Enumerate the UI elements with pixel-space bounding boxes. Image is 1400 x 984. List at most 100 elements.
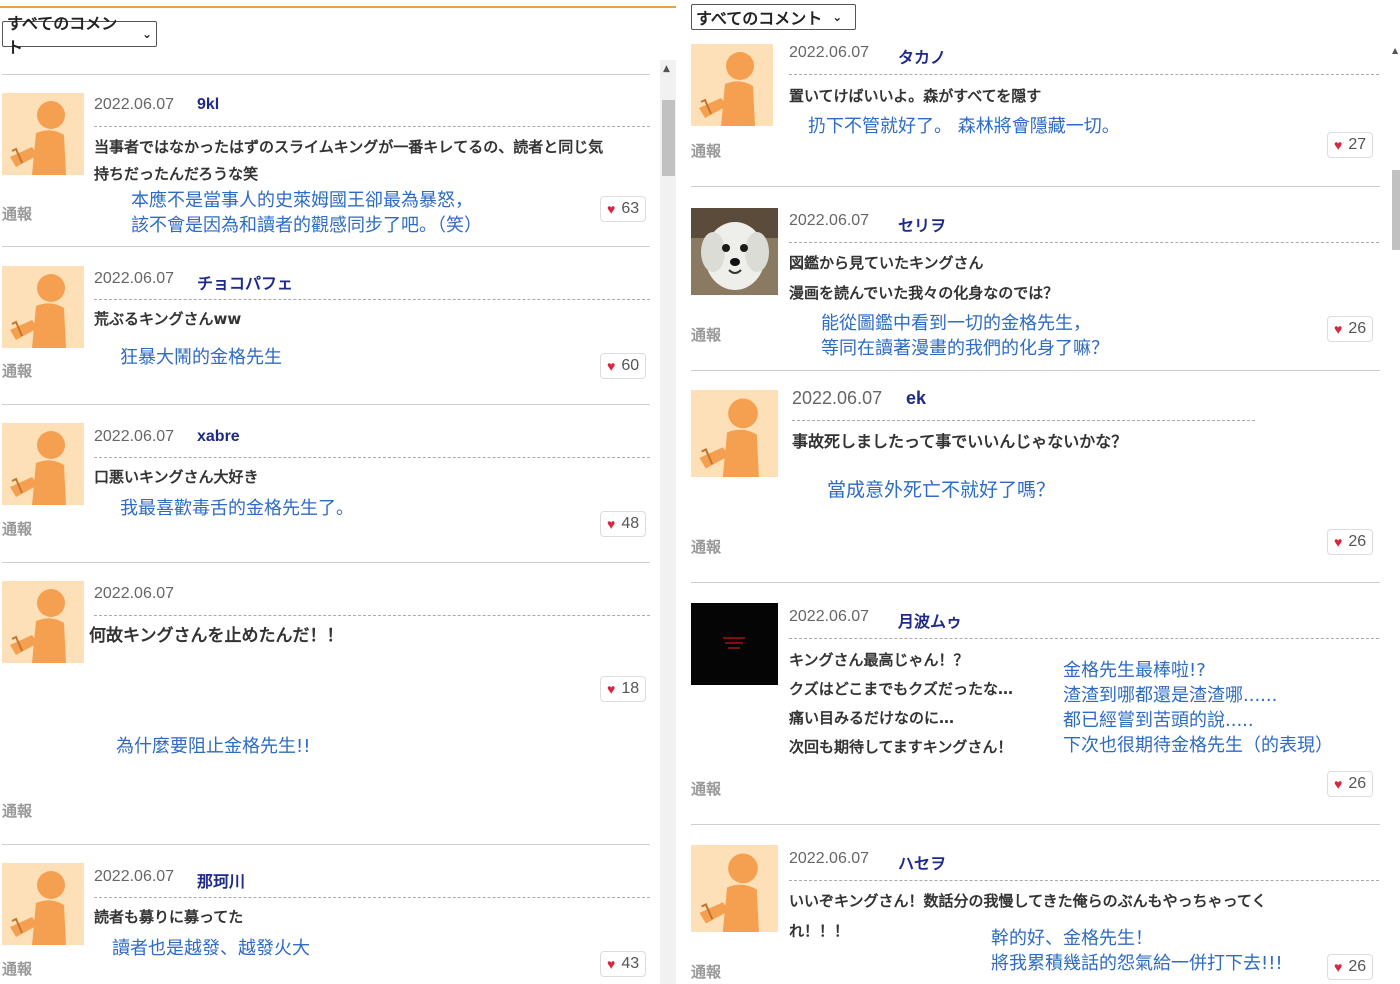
like-button[interactable]: ♥ 63	[600, 196, 647, 222]
translation-line: 下次也很期待金格先生（的表現）	[1063, 735, 1333, 756]
comment-date: 2022.06.07	[792, 388, 883, 408]
translation-line: 我最喜歡毒舌的金格先生了。	[120, 498, 354, 519]
report-link[interactable]: 通報	[2, 203, 32, 224]
dashed-divider	[789, 74, 1379, 75]
report-link[interactable]: 通報	[691, 536, 721, 557]
comment-filter-dropdown[interactable]: すべてのコメント ⌄	[2, 14, 157, 57]
comment-text-line: キングさん最高じゃん！？	[789, 651, 969, 669]
translation-line: 本應不是當事人的史萊姆國王卻最為暴怒，	[131, 190, 473, 211]
like-count: 18	[621, 680, 640, 697]
translation-line: 等同在讀著漫畫的我們的化身了嘛？	[821, 338, 1109, 359]
avatar[interactable]	[2, 266, 84, 348]
scrollbar-thumb[interactable]	[662, 100, 675, 176]
report-link[interactable]: 通報	[691, 778, 721, 799]
comment-author[interactable]: ハセヲ	[898, 850, 946, 874]
comment-date: 2022.06.07	[94, 868, 175, 885]
comment-text-line: 荒ぶるキングさんww	[94, 310, 242, 328]
comment-filter-label: すべてのコメント	[7, 14, 118, 57]
like-button[interactable]: ♥ 18	[600, 676, 647, 702]
divider	[2, 844, 650, 845]
heart-icon: ♥	[607, 956, 616, 972]
dashed-divider	[94, 457, 650, 458]
avatar[interactable]	[691, 44, 773, 126]
divider	[691, 186, 1380, 187]
comment-author[interactable]: 那珂川	[197, 868, 245, 892]
like-button[interactable]: ♥ 27	[1327, 132, 1374, 158]
comment-text-line: 事故死しましたって事でいいんじゃないかな？	[792, 432, 1128, 451]
like-button[interactable]: ♥ 26	[1327, 529, 1374, 555]
dashed-divider	[94, 897, 650, 898]
comment-text-line: 痛い目みるだけなのに…	[789, 709, 955, 727]
divider	[2, 404, 650, 405]
report-link[interactable]: 通報	[2, 518, 32, 539]
comment-filter-dropdown[interactable]: すべてのコメント ⌄	[691, 4, 856, 30]
translation-line: 當成意外死亡不就好了嗎？	[827, 479, 1056, 501]
translation-line: 該不會是因為和讀者的觀感同步了吧。（笑）	[131, 215, 482, 236]
translation-line: 讀者也是越發、越發火大	[112, 938, 310, 959]
comment-author[interactable]: 9kl	[197, 96, 219, 114]
like-button[interactable]: ♥ 60	[600, 353, 647, 379]
avatar[interactable]	[2, 581, 84, 663]
like-count: 48	[621, 515, 640, 532]
like-button[interactable]: ♥ 43	[600, 951, 647, 977]
like-count: 43	[621, 955, 640, 972]
like-count: 26	[1348, 958, 1367, 975]
report-link[interactable]: 通報	[2, 360, 32, 381]
like-button[interactable]: ♥ 26	[1327, 771, 1374, 797]
comment-author[interactable]: ek	[906, 388, 926, 409]
heart-icon: ♥	[607, 358, 616, 374]
scroll-up-arrow-icon[interactable]: ▲	[663, 64, 670, 74]
translation-line: 金格先生最棒啦!?	[1063, 660, 1206, 681]
translation-line: 都已經嘗到苦頭的說.....	[1063, 710, 1254, 731]
like-button[interactable]: ♥ 48	[600, 511, 647, 537]
avatar[interactable]	[2, 93, 84, 175]
report-link[interactable]: 通報	[691, 961, 721, 982]
translation-line: 將我累積幾話的怨氣給一併打下去!!!	[991, 953, 1283, 974]
avatar[interactable]	[2, 863, 84, 945]
scroll-up-arrow-icon[interactable]: ▲	[1392, 46, 1398, 55]
comment-author[interactable]: セリヲ	[898, 212, 946, 236]
divider	[691, 824, 1380, 825]
comment-author[interactable]: xabre	[197, 428, 240, 446]
translation-line: 幹的好、金格先生！	[991, 928, 1153, 949]
comment-text-line: 次回も期待してますキングさん！	[789, 738, 1013, 756]
scrollbar[interactable]	[660, 60, 676, 984]
avatar[interactable]	[691, 390, 778, 477]
heart-icon: ♥	[607, 201, 616, 217]
avatar-dog-photo[interactable]	[691, 208, 778, 295]
heart-icon: ♥	[1334, 321, 1343, 337]
like-button[interactable]: ♥ 26	[1327, 316, 1374, 342]
like-count: 60	[621, 357, 640, 374]
scrollbar-thumb[interactable]	[1392, 170, 1400, 250]
comment-author[interactable]: タカノ	[898, 44, 946, 68]
like-button[interactable]: ♥ 26	[1327, 954, 1374, 980]
dashed-divider	[789, 242, 1379, 243]
comment-author[interactable]: チョコパフェ	[197, 270, 293, 294]
heart-icon: ♥	[1334, 776, 1343, 792]
report-link[interactable]: 通報	[2, 800, 32, 821]
chevron-down-icon: ⌄	[832, 10, 843, 24]
dashed-divider	[94, 615, 650, 616]
report-link[interactable]: 通報	[691, 324, 721, 345]
report-link[interactable]: 通報	[2, 958, 32, 979]
divider	[2, 246, 650, 247]
avatar-dark-image[interactable]	[691, 603, 778, 685]
avatar[interactable]	[2, 423, 84, 505]
dashed-divider	[789, 880, 1379, 881]
comment-date: 2022.06.07	[789, 608, 870, 625]
comment-author[interactable]: 月波ムゥ	[898, 608, 962, 632]
heart-icon: ♥	[1334, 534, 1343, 550]
chevron-down-icon: ⌄	[141, 27, 152, 41]
comment-text-line: いいぞキングさん！数話分の我慢してきた俺らのぶんもやっちゃってく	[789, 892, 1267, 910]
like-count: 26	[1348, 533, 1367, 550]
comment-text-line: 読者も募りに募ってた	[94, 908, 244, 926]
comment-text-line: 当事者ではなかったはずのスライムキングが一番キレてるの、読者と同じ気	[94, 138, 604, 156]
like-count: 63	[621, 200, 640, 217]
heart-icon: ♥	[607, 681, 616, 697]
avatar[interactable]	[691, 845, 778, 932]
comment-text-line: 図鑑から見ていたキングさん	[789, 254, 984, 272]
comment-date: 2022.06.07	[94, 585, 175, 602]
report-link[interactable]: 通報	[691, 140, 721, 161]
comment-text-line: れ！！！	[789, 922, 850, 940]
comment-text-line: 持ちだったんだろうな笑	[94, 165, 259, 183]
